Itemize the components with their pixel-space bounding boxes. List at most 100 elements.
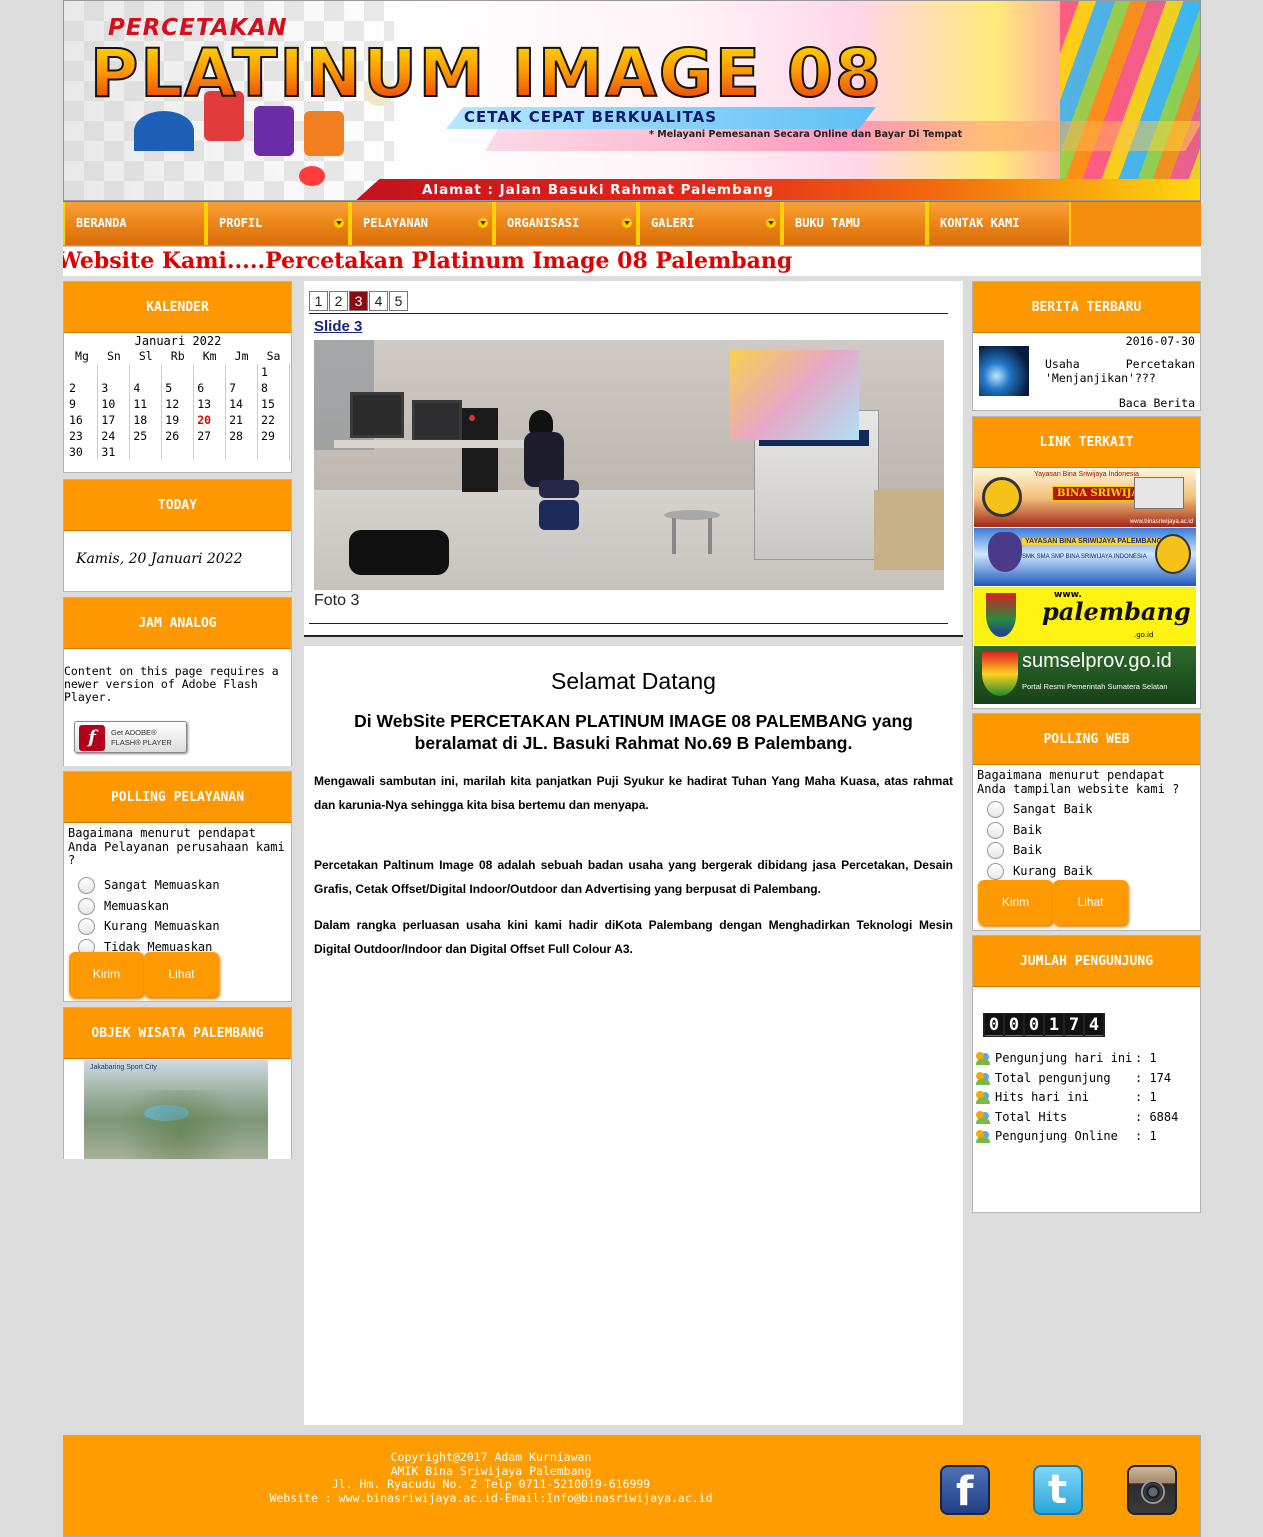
today-box: TODAY Kamis, 20 Januari 2022 bbox=[63, 479, 292, 592]
calendar-day[interactable]: 23 bbox=[66, 428, 99, 444]
calendar-day[interactable]: 26 bbox=[161, 428, 195, 444]
radio-button[interactable] bbox=[987, 801, 1004, 818]
nav-item-profil[interactable]: PROFIL bbox=[206, 202, 350, 245]
calendar-day[interactable]: 22 bbox=[257, 412, 290, 428]
calendar-day[interactable]: 15 bbox=[257, 396, 290, 412]
banner-subtext: * Melayani Pemesanan Secara Online dan B… bbox=[649, 129, 963, 140]
calendar-day[interactable]: 13 bbox=[193, 396, 227, 412]
calendar-day[interactable]: 3 bbox=[97, 380, 131, 396]
slideshow: 12345 Slide 3 Foto 3 bbox=[304, 281, 963, 637]
nav-item-organisasi[interactable]: ORGANISASI bbox=[494, 202, 638, 245]
footer-text: Copyright@2017 Adam Kurniawan AMIK Bina … bbox=[260, 1450, 722, 1505]
radio-button[interactable] bbox=[78, 897, 95, 915]
link-3-palembang: palembang bbox=[1042, 597, 1191, 626]
calendar-day[interactable]: 24 bbox=[97, 428, 131, 444]
berita-title[interactable]: Usaha Percetakan 'Menjanjikan'??? bbox=[1045, 357, 1195, 385]
slide-tab-2[interactable]: 2 bbox=[329, 291, 348, 311]
radio-button[interactable] bbox=[987, 821, 1004, 839]
stat-label: Hits hari ini bbox=[995, 1090, 1089, 1104]
calendar-day[interactable]: 19 bbox=[161, 412, 195, 428]
calendar-day[interactable]: 16 bbox=[66, 412, 99, 428]
welcome-subtitle: Di WebSite PERCETAKAN PLATINUM IMAGE 08 … bbox=[354, 711, 913, 753]
nav-item-buku-tamu[interactable]: BUKU TAMU bbox=[782, 202, 927, 245]
radio-button[interactable] bbox=[78, 918, 95, 935]
calendar-day[interactable]: 8 bbox=[257, 380, 290, 396]
twitter-icon[interactable]: t bbox=[1033, 1465, 1083, 1515]
calendar-day[interactable]: 9 bbox=[66, 396, 99, 412]
link-sumselprov[interactable]: sumselprov.go.id Portal Resmi Pemerintah… bbox=[974, 646, 1196, 704]
get-flash-button[interactable]: f Get ADOBE® FLASH® PLAYER bbox=[74, 721, 187, 753]
stat-row: Hits hari ini: 1 bbox=[973, 1088, 1200, 1108]
slide-title-link[interactable]: Slide 3 bbox=[314, 318, 362, 335]
poll-web-view-button[interactable]: Lihat bbox=[1053, 880, 1128, 925]
nav-label: KONTAK KAMI bbox=[940, 216, 1020, 230]
marquee-text: Website Kami.....Percetakan Platinum Ima… bbox=[63, 248, 793, 274]
jam-analog-box: JAM ANALOG Content on this page requires… bbox=[63, 597, 292, 766]
radio-button[interactable] bbox=[987, 862, 1004, 880]
poll-web-submit-button[interactable]: Kirim bbox=[978, 880, 1053, 925]
calendar-day[interactable]: 4 bbox=[129, 380, 163, 396]
calendar-day[interactable]: 28 bbox=[225, 428, 259, 444]
nav-item-pelayanan[interactable]: PELAYANAN bbox=[350, 202, 494, 245]
poll-option[interactable]: Kurang Baik bbox=[973, 861, 1200, 882]
calendar-day[interactable]: 17 bbox=[97, 412, 131, 428]
calendar-day[interactable]: 20 bbox=[193, 412, 227, 428]
slide-tab-4[interactable]: 4 bbox=[369, 291, 388, 311]
calendar-day[interactable]: 18 bbox=[129, 412, 163, 428]
link-3-tld: .go.id bbox=[1134, 631, 1154, 639]
calendar-day-header: Sn bbox=[106, 349, 121, 363]
stat-row: Total pengunjung: 174 bbox=[973, 1069, 1200, 1089]
calendar-day[interactable]: 10 bbox=[97, 396, 131, 412]
poll-option[interactable]: Sangat Memuaskan bbox=[64, 875, 291, 896]
calendar-day bbox=[161, 364, 195, 380]
poll-option[interactable]: Memuaskan bbox=[64, 896, 291, 917]
slide-photo bbox=[314, 340, 944, 590]
visitor-stats: Pengunjung hari ini: 1 Total pengunjung:… bbox=[973, 1049, 1200, 1147]
stat-value: 6884 bbox=[1149, 1109, 1179, 1124]
calendar-day[interactable]: 11 bbox=[129, 396, 163, 412]
calendar-month: Januari 2022 bbox=[134, 334, 222, 348]
link-bina-sriwijaya[interactable]: Yayasan Bina Sriwijaya Indonesia BINA SR… bbox=[974, 469, 1196, 527]
calendar-day[interactable]: 7 bbox=[225, 380, 259, 396]
calendar-day[interactable]: 12 bbox=[161, 396, 195, 412]
slide-tab-3[interactable]: 3 bbox=[349, 291, 368, 311]
calendar-day[interactable]: 30 bbox=[66, 444, 99, 460]
nav-item-kontak-kami[interactable]: KONTAK KAMI bbox=[927, 202, 1071, 245]
calendar-day[interactable]: 21 bbox=[225, 412, 259, 428]
calendar-day[interactable]: 27 bbox=[193, 428, 227, 444]
poll-view-button[interactable]: Lihat bbox=[144, 952, 219, 997]
calendar-day[interactable]: 29 bbox=[257, 428, 290, 444]
calendar-day[interactable]: 1 bbox=[257, 364, 290, 380]
nav-item-galeri[interactable]: GALERI bbox=[638, 202, 782, 245]
calendar-day[interactable]: 2 bbox=[66, 380, 99, 396]
radio-button[interactable] bbox=[78, 877, 95, 894]
calendar-day[interactable]: 14 bbox=[225, 396, 259, 412]
calendar-day bbox=[129, 364, 163, 380]
calendar-day[interactable]: 31 bbox=[97, 444, 131, 460]
poll-option[interactable]: Kurang Memuaskan bbox=[64, 916, 291, 937]
berita-thumbnail[interactable] bbox=[979, 346, 1029, 396]
poll-submit-button[interactable]: Kirim bbox=[69, 952, 144, 997]
poll-option[interactable]: Sangat Baik bbox=[973, 799, 1200, 820]
people-icon bbox=[976, 1071, 990, 1085]
link-yayasan-bina-sriwijaya[interactable]: YAYASAN BINA SRIWIJAYA PALEMBANG SMK SMA… bbox=[974, 528, 1196, 586]
calendar-box: KALENDER Januari 2022 Mg Sn Sl Rb Km Jm Sa 123… bbox=[63, 281, 292, 473]
today-header: TODAY bbox=[64, 480, 291, 531]
banner-tagline: CETAK CEPAT BERKUALITAS bbox=[464, 108, 718, 126]
calendar-day[interactable]: 6 bbox=[193, 380, 227, 396]
nav-item-beranda[interactable]: BERANDA bbox=[63, 202, 206, 245]
poll-option[interactable]: Baik bbox=[973, 840, 1200, 861]
poll-option-label: Baik bbox=[1013, 843, 1042, 857]
facebook-icon[interactable]: f bbox=[940, 1465, 990, 1515]
poll-option[interactable]: Baik bbox=[973, 820, 1200, 841]
calendar-day[interactable]: 5 bbox=[161, 380, 195, 396]
objek-wisata-image[interactable]: Jakabaring Sport City bbox=[84, 1060, 268, 1159]
slide-tab-5[interactable]: 5 bbox=[389, 291, 408, 311]
link-palembang[interactable]: www. palembang .go.id bbox=[974, 587, 1196, 645]
berita-read-more[interactable]: Baca Berita bbox=[1119, 396, 1195, 410]
slide-tab-1[interactable]: 1 bbox=[309, 291, 328, 311]
instagram-icon[interactable] bbox=[1127, 1465, 1177, 1515]
radio-button[interactable] bbox=[987, 842, 1004, 859]
nav-label: PROFIL bbox=[219, 216, 263, 230]
calendar-day[interactable]: 25 bbox=[129, 428, 163, 444]
